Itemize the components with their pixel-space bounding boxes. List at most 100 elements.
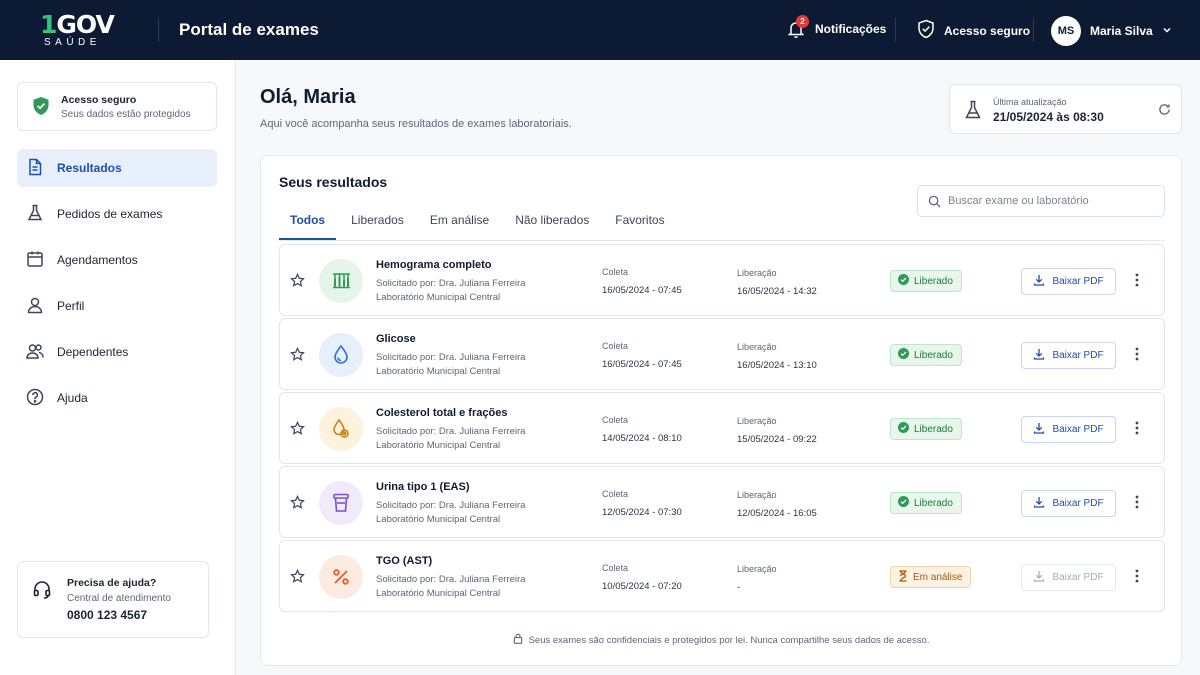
lab-name: Laboratório Municipal Central bbox=[376, 366, 501, 377]
collect-label: Coleta bbox=[602, 341, 629, 351]
logo-digit: 1 bbox=[40, 10, 57, 39]
collect-label: Coleta bbox=[602, 415, 629, 425]
sample-cup-icon bbox=[319, 481, 363, 525]
more-options-icon[interactable] bbox=[1135, 347, 1139, 366]
download-icon bbox=[1033, 274, 1045, 289]
download-pdf-button[interactable]: Baixar PDF bbox=[1021, 416, 1116, 443]
star-icon[interactable] bbox=[290, 272, 305, 293]
help-card: Precisa de ajuda? Central de atendimento… bbox=[17, 561, 209, 638]
tab-todos[interactable]: Todos bbox=[279, 206, 337, 240]
chevron-down-icon bbox=[1162, 24, 1172, 38]
hourglass-icon bbox=[898, 569, 908, 585]
secure-access-link[interactable]: Acesso seguro bbox=[917, 19, 1030, 42]
sidebar-item-perfil[interactable]: Perfil bbox=[17, 287, 217, 325]
table-row[interactable]: TGO (AST) Solicitado por: Dra. Juliana F… bbox=[279, 540, 1165, 612]
table-row[interactable]: Hemograma completo Solicitado por: Dra. … bbox=[279, 244, 1165, 316]
table-row[interactable]: Colesterol total e frações Solicitado po… bbox=[279, 392, 1165, 464]
lock-icon bbox=[513, 633, 523, 647]
release-date: 12/05/2024 - 16:05 bbox=[737, 508, 817, 519]
star-icon[interactable] bbox=[290, 568, 305, 589]
exam-name[interactable]: Urina tipo 1 (EAS) bbox=[376, 481, 470, 493]
tab-liberados[interactable]: Liberados bbox=[340, 206, 415, 240]
sidebar-item-dependentes[interactable]: Dependentes bbox=[17, 333, 217, 371]
last-update-card: Última atualização 21/05/2024 às 08:30 bbox=[949, 84, 1182, 134]
refresh-icon[interactable] bbox=[1158, 103, 1171, 121]
download-label: Baixar PDF bbox=[1052, 498, 1104, 509]
star-icon[interactable] bbox=[290, 494, 305, 515]
check-circle-icon bbox=[898, 348, 909, 362]
exam-name[interactable]: Glicose bbox=[376, 333, 416, 345]
tab-nao-liberados[interactable]: Não liberados bbox=[504, 206, 600, 240]
sidebar-item-label: Dependentes bbox=[57, 345, 129, 359]
download-pdf-button[interactable]: Baixar PDF bbox=[1021, 490, 1116, 517]
more-options-icon[interactable] bbox=[1135, 273, 1139, 292]
download-label: Baixar PDF bbox=[1052, 350, 1104, 361]
exam-name[interactable]: Colesterol total e frações bbox=[376, 407, 507, 419]
download-label: Baixar PDF bbox=[1052, 276, 1104, 287]
shield-check-icon bbox=[32, 96, 50, 121]
help-icon bbox=[26, 388, 44, 409]
table-row[interactable]: Urina tipo 1 (EAS) Solicitado por: Dra. … bbox=[279, 466, 1165, 538]
sidebar-item-label: Resultados bbox=[57, 161, 122, 175]
notifications-button[interactable]: 2 Notificações bbox=[786, 15, 886, 39]
lipid-drop-icon bbox=[319, 407, 363, 451]
release-date: 16/05/2024 - 14:32 bbox=[737, 286, 817, 297]
user-name: Maria Silva bbox=[1090, 24, 1153, 38]
download-pdf-button[interactable]: Baixar PDF bbox=[1021, 342, 1116, 369]
help-subtitle: Central de atendimento bbox=[67, 593, 171, 604]
logo[interactable]: 1GOV SAÚDE bbox=[40, 12, 120, 48]
check-circle-icon bbox=[898, 496, 909, 510]
check-circle-icon bbox=[898, 422, 909, 436]
release-date: - bbox=[737, 582, 741, 593]
download-pdf-button[interactable]: Baixar PDF bbox=[1021, 268, 1116, 295]
sidebar-item-ajuda[interactable]: Ajuda bbox=[17, 379, 217, 417]
sidebar-item-pedidos[interactable]: Pedidos de exames bbox=[17, 195, 217, 233]
results-title: Seus resultados bbox=[279, 174, 388, 190]
tab-favoritos[interactable]: Favoritos bbox=[604, 206, 675, 240]
users-icon bbox=[26, 342, 44, 363]
lab-name: Laboratório Municipal Central bbox=[376, 292, 501, 303]
collect-date: 16/05/2024 - 07:45 bbox=[602, 285, 682, 296]
exam-name[interactable]: Hemograma completo bbox=[376, 259, 492, 271]
collect-date: 14/05/2024 - 08:10 bbox=[602, 433, 682, 444]
drop-icon bbox=[319, 333, 363, 377]
user-menu[interactable]: MS Maria Silva bbox=[1051, 16, 1172, 46]
status-badge: Liberado bbox=[890, 418, 962, 440]
sidebar-item-label: Ajuda bbox=[57, 391, 88, 405]
secure-access-label: Acesso seguro bbox=[944, 23, 1031, 38]
more-options-icon[interactable] bbox=[1135, 421, 1139, 440]
divider bbox=[895, 18, 896, 42]
download-label: Baixar PDF bbox=[1052, 424, 1104, 435]
help-phone[interactable]: 0800 123 4567 bbox=[67, 608, 147, 622]
release-label: Liberação bbox=[737, 416, 777, 426]
more-options-icon[interactable] bbox=[1135, 495, 1139, 514]
avatar: MS bbox=[1051, 16, 1081, 46]
collect-label: Coleta bbox=[602, 563, 629, 573]
release-label: Liberação bbox=[737, 268, 777, 278]
divider bbox=[1033, 18, 1034, 42]
sidebar-item-agendamentos[interactable]: Agendamentos bbox=[17, 241, 217, 279]
star-icon[interactable] bbox=[290, 346, 305, 367]
document-icon bbox=[26, 158, 44, 179]
release-date: 15/05/2024 - 09:22 bbox=[737, 434, 817, 445]
status-badge: Liberado bbox=[890, 270, 962, 292]
status-label: Em análise bbox=[913, 571, 963, 583]
sidebar-item-label: Perfil bbox=[57, 299, 85, 313]
download-icon bbox=[1033, 422, 1045, 437]
more-options-icon[interactable] bbox=[1135, 569, 1139, 588]
download-pdf-button[interactable]: Baixar PDF bbox=[1021, 564, 1116, 591]
tab-em-analise[interactable]: Em análise bbox=[419, 206, 500, 240]
logo-text: GOV bbox=[56, 10, 114, 39]
requested-by: Solicitado por: Dra. Juliana Ferreira bbox=[376, 426, 526, 437]
search-input[interactable] bbox=[948, 186, 1158, 216]
collect-label: Coleta bbox=[602, 267, 629, 277]
lab-name: Laboratório Municipal Central bbox=[376, 514, 501, 525]
table-row[interactable]: Glicose Solicitado por: Dra. Juliana Fer… bbox=[279, 318, 1165, 390]
star-icon[interactable] bbox=[290, 420, 305, 441]
sidebar-item-resultados[interactable]: Resultados bbox=[17, 149, 217, 187]
download-label: Baixar PDF bbox=[1052, 572, 1104, 583]
exam-name[interactable]: TGO (AST) bbox=[376, 555, 432, 567]
help-title: Precisa de ajuda? bbox=[67, 577, 157, 589]
collect-date: 12/05/2024 - 07:30 bbox=[602, 507, 682, 518]
results-panel: Seus resultados Todos Liberados Em análi… bbox=[260, 155, 1182, 666]
